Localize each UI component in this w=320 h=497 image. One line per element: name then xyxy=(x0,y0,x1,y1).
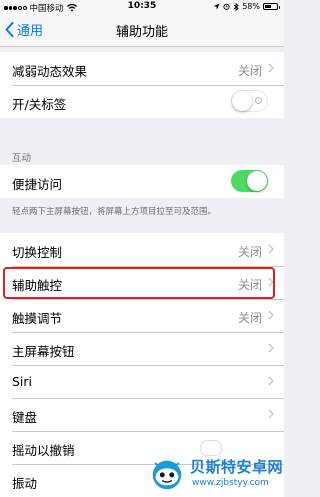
row-value: 关闭 xyxy=(237,311,262,325)
watermark-url: www.zjbstyy.com xyxy=(192,478,269,488)
reachability-switch[interactable] xyxy=(231,170,268,192)
row-label: 键盘 xyxy=(12,410,38,425)
status-right: 58% xyxy=(213,2,280,11)
reachability-row: 便捷访问 xyxy=(0,165,284,198)
chevron-right-icon xyxy=(268,343,274,353)
row-label: 振动 xyxy=(12,476,38,491)
page-title: 辅助功能 xyxy=(115,25,168,40)
on-off-labels-row: 开/关标签 xyxy=(0,85,284,118)
watermark: 贝斯特安卓网 www.zjbstyy.com xyxy=(148,450,284,495)
status-bar: 中国移动 10:35 58% xyxy=(0,0,284,14)
chevron-right-icon xyxy=(268,376,274,386)
reachability-footer-note: 轻点两下主屏幕按钮，将屏幕上方项目拉至可及范围。 xyxy=(12,207,217,217)
chevron-right-icon xyxy=(268,310,274,320)
battery-icon xyxy=(263,3,280,10)
row-label: 开/关标签 xyxy=(12,97,67,112)
battery-percent: 58% xyxy=(242,2,260,11)
chevron-right-icon xyxy=(268,409,274,419)
siri-row[interactable]: Siri xyxy=(0,365,284,398)
keyboard-row[interactable]: 键盘 xyxy=(0,398,284,431)
location-icon xyxy=(213,3,220,10)
alarm-icon xyxy=(223,3,230,10)
row-label: Siri xyxy=(12,374,33,389)
settings-group-interaction: 便捷访问 xyxy=(0,165,284,198)
reduce-motion-row[interactable]: 减弱动态效果 关闭 xyxy=(0,52,284,85)
off-label-icon xyxy=(255,97,262,104)
navigation-bar: 通用 辅助功能 xyxy=(0,14,284,47)
on-off-labels-switch[interactable] xyxy=(231,90,268,112)
chevron-right-icon xyxy=(268,63,274,73)
row-value: 关闭 xyxy=(237,245,262,259)
chevron-right-icon xyxy=(268,244,274,254)
assistive-touch-highlight xyxy=(3,267,275,299)
section-header-interaction: 互动 xyxy=(12,153,32,164)
watermark-logo-icon xyxy=(152,460,182,490)
watermark-title: 贝斯特安卓网 xyxy=(190,458,284,476)
switch-control-row[interactable]: 切换控制 关闭 xyxy=(0,233,284,266)
row-label: 减弱动态效果 xyxy=(12,64,88,79)
row-label: 便捷访问 xyxy=(12,177,63,192)
row-label: 主屏幕按钮 xyxy=(12,344,75,359)
bluetooth-icon xyxy=(233,2,239,11)
settings-group-motion: 减弱动态效果 关闭 开/关标签 xyxy=(0,52,284,118)
switch-knob xyxy=(232,90,252,111)
row-label: 触摸调节 xyxy=(12,311,63,326)
row-label: 切换控制 xyxy=(12,245,63,260)
switch-knob xyxy=(247,171,267,191)
touch-accommodations-row[interactable]: 触摸调节 关闭 xyxy=(0,299,284,332)
row-value: 关闭 xyxy=(237,64,262,78)
row-label: 摇动以撤销 xyxy=(12,443,75,458)
home-button-row[interactable]: 主屏幕按钮 xyxy=(0,332,284,365)
